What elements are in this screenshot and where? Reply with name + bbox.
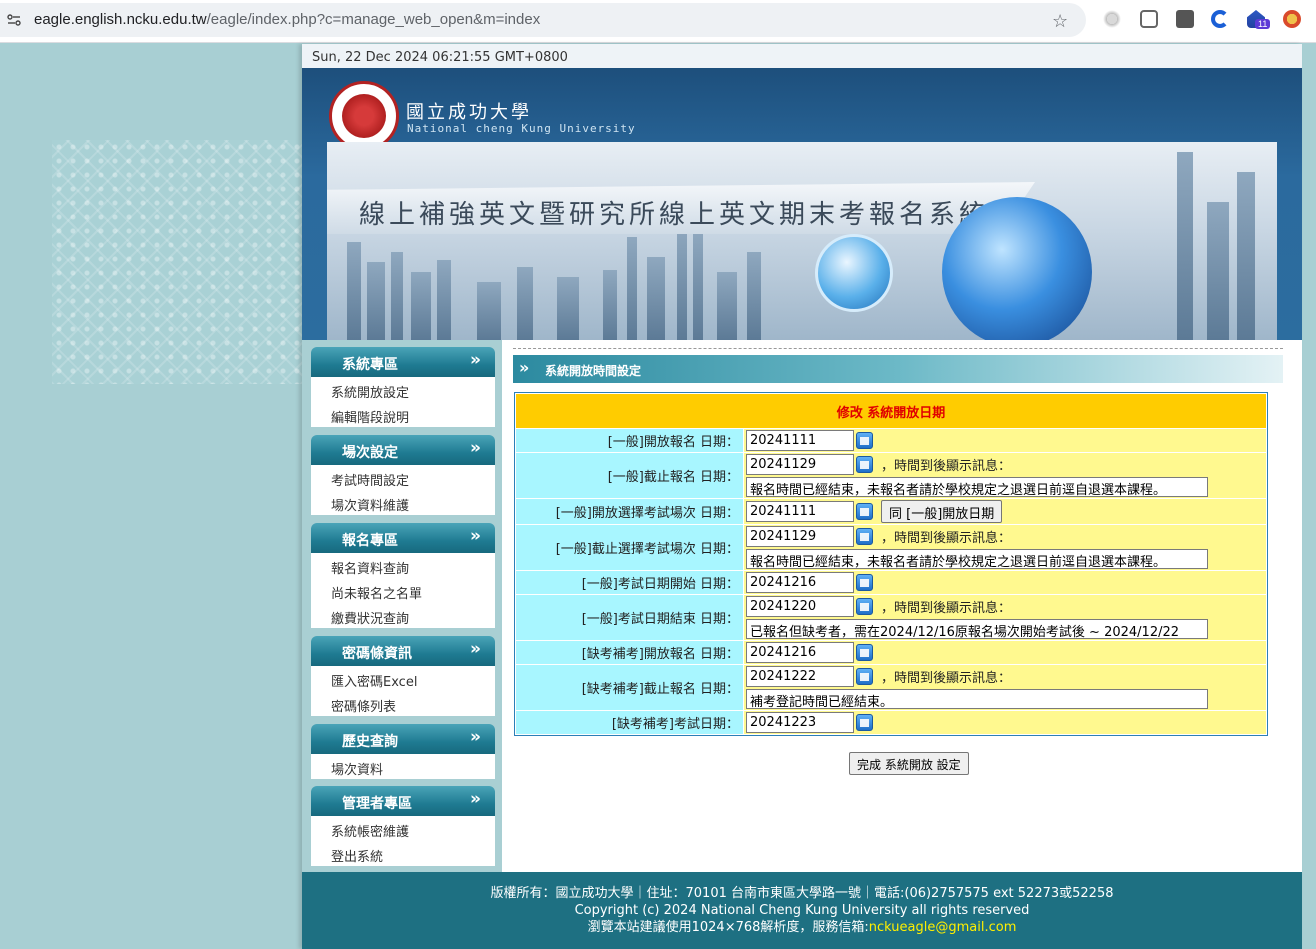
sidebar-section-registration[interactable]: 報名專區» xyxy=(311,523,495,553)
row-label: [一般]考試日期結束 日期： xyxy=(516,595,743,640)
date-input[interactable] xyxy=(746,430,854,451)
site-info-icon[interactable] xyxy=(6,12,22,28)
address-bar[interactable]: eagle.english.ncku.edu.tw/eagle/index.ph… xyxy=(0,3,1086,37)
footer-copyright: Copyright (c) 2024 National Cheng Kung U… xyxy=(574,903,1030,918)
sidebar: 系統專區» 系統開放設定 編輯階段說明 場次設定» 考試時間設定 場次資料維護 … xyxy=(302,340,502,872)
sidebar-item-logout[interactable]: 登出系統 xyxy=(311,841,495,866)
message-textarea[interactable]: 報名時間已經結束，未報名者請於學校規定之退選日前逕自退選本課程。 xyxy=(746,477,1208,497)
row-label: [一般]考試日期開始 日期： xyxy=(516,571,743,594)
date-input[interactable] xyxy=(746,712,854,733)
main-content: » 系統開放時間設定 修改 系統開放日期 [一般]開放報名 日期： [一般]截止… xyxy=(513,340,1302,872)
calendar-icon[interactable] xyxy=(856,574,873,591)
message-note-label: ，時間到後顯示訊息： xyxy=(881,459,1012,474)
double-chevron-icon: » xyxy=(470,350,481,370)
url-text: eagle.english.ncku.edu.tw/eagle/index.ph… xyxy=(34,11,541,28)
message-textarea[interactable]: 報名時間已經結束，未報名者請於學校規定之退選日前逕自退選本課程。 xyxy=(746,549,1208,569)
sidebar-item-password-list[interactable]: 密碼條列表 xyxy=(311,691,495,716)
sidebar-item-unregistered-list[interactable]: 尚未報名之名單 xyxy=(311,578,495,603)
sidebar-section-sessions[interactable]: 場次設定» xyxy=(311,435,495,465)
banner-image: 線上補強英文暨研究所線上英文期末考報名系統 xyxy=(327,142,1277,340)
sidebar-item-registration-query[interactable]: 報名資料查詢 xyxy=(311,553,495,578)
message-textarea[interactable]: 已報名但缺考者，需在2024/12/16原報名場次開始考試後 ~ 2024/12… xyxy=(746,619,1208,639)
calendar-icon[interactable] xyxy=(856,503,873,520)
section-header: » 系統開放時間設定 xyxy=(513,355,1283,383)
calendar-icon[interactable] xyxy=(856,432,873,449)
bookmark-star-icon[interactable]: ☆ xyxy=(1052,11,1068,32)
date-input[interactable] xyxy=(746,501,854,522)
sidebar-section-password-slips[interactable]: 密碼條資訊» xyxy=(311,636,495,666)
date-input[interactable] xyxy=(746,454,854,475)
date-input[interactable] xyxy=(746,572,854,593)
sidebar-section-system[interactable]: 系統專區» xyxy=(311,347,495,377)
speaker-icon xyxy=(815,234,893,312)
sidebar-item-edit-stage-desc[interactable]: 編輯階段說明 xyxy=(311,402,495,427)
sidebar-item-exam-time-settings[interactable]: 考試時間設定 xyxy=(311,465,495,490)
row-label: [一般]截止選擇考試場次 日期： xyxy=(516,525,743,570)
double-chevron-icon: » xyxy=(470,639,481,659)
row-label: [一般]截止報名 日期： xyxy=(516,453,743,498)
sidebar-item-session-maintenance[interactable]: 場次資料維護 xyxy=(311,490,495,515)
sidebar-item-import-excel[interactable]: 匯入密碼Excel xyxy=(311,666,495,691)
sidebar-item-system-open-settings[interactable]: 系統開放設定 xyxy=(311,377,495,402)
extension-badge: 11 xyxy=(1255,19,1271,29)
university-name-en: National cheng Kung University xyxy=(407,122,636,135)
profile-avatar-icon[interactable] xyxy=(1283,10,1301,28)
browser-toolbar: eagle.english.ncku.edu.tw/eagle/index.ph… xyxy=(0,0,1316,43)
site-footer: 版權所有：國立成功大學｜住址：70101 台南市東區大學路一號｜電話:(06)2… xyxy=(302,872,1302,949)
double-chevron-icon: » xyxy=(470,727,481,747)
footer-address: 版權所有：國立成功大學｜住址：70101 台南市東區大學路一號｜電話:(06)2… xyxy=(490,886,1114,901)
date-input[interactable] xyxy=(746,666,854,687)
sidebar-section-admin[interactable]: 管理者專區» xyxy=(311,786,495,816)
sidebar-item-session-data[interactable]: 場次資料 xyxy=(311,754,495,779)
form-caption: 修改 系統開放日期 xyxy=(516,394,1266,428)
banner-title: 線上補強英文暨研究所線上英文期末考報名系統 xyxy=(359,200,990,230)
message-note-label: ，時間到後顯示訊息： xyxy=(881,531,1012,546)
extension-image-icon[interactable] xyxy=(1140,10,1158,28)
background-pattern xyxy=(52,140,302,384)
calendar-icon[interactable] xyxy=(856,644,873,661)
extension-c-icon[interactable] xyxy=(1211,10,1229,28)
double-chevron-icon: » xyxy=(470,789,481,809)
calendar-icon[interactable] xyxy=(856,528,873,545)
extension-eye-icon[interactable] xyxy=(1103,10,1121,28)
row-label: [一般]開放選擇考試場次 日期： xyxy=(516,499,743,524)
sidebar-item-payment-status[interactable]: 繳費狀況查詢 xyxy=(311,603,495,628)
same-as-open-date-button[interactable]: 同 [一般]開放日期 xyxy=(881,500,1003,523)
date-input[interactable] xyxy=(746,526,854,547)
row-label: [一般]開放報名 日期： xyxy=(516,429,743,452)
footer-contact: 瀏覽本站建議使用1024×768解析度，服務信箱:nckueagle@gmail… xyxy=(587,920,1017,935)
row-label: [缺考補考]考試日期： xyxy=(516,711,743,734)
calendar-icon[interactable] xyxy=(856,668,873,685)
sidebar-section-history[interactable]: 歷史查詢» xyxy=(311,724,495,754)
settings-form-table: 修改 系統開放日期 [一般]開放報名 日期： [一般]截止報名 日期： ，時間到… xyxy=(514,392,1268,736)
double-chevron-icon: » xyxy=(470,526,481,546)
calendar-icon[interactable] xyxy=(856,456,873,473)
row-label: [缺考補考]截止報名 日期： xyxy=(516,665,743,710)
globe-icon xyxy=(942,197,1092,340)
message-note-label: ，時間到後顯示訊息： xyxy=(881,671,1012,686)
calendar-icon[interactable] xyxy=(856,598,873,615)
sidebar-item-account-maintenance[interactable]: 系統帳密維護 xyxy=(311,816,495,841)
double-chevron-icon: » xyxy=(519,358,530,377)
message-textarea[interactable]: 補考登記時間已經結束。 xyxy=(746,689,1208,709)
page-container: Sun, 22 Dec 2024 06:21:55 GMT+0800 國立成功大… xyxy=(302,44,1302,949)
submit-settings-button[interactable]: 完成 系統開放 設定 xyxy=(849,752,969,775)
footer-email-link[interactable]: nckueagle@gmail.com xyxy=(869,920,1017,935)
university-name: 國立成功大學 xyxy=(406,102,532,123)
date-input[interactable] xyxy=(746,642,854,663)
message-note-label: ，時間到後顯示訊息： xyxy=(881,601,1012,616)
double-chevron-icon: » xyxy=(470,438,481,458)
row-label: [缺考補考]開放報名 日期： xyxy=(516,641,743,664)
ncku-logo-icon xyxy=(329,81,399,151)
date-time-bar: Sun, 22 Dec 2024 06:21:55 GMT+0800 xyxy=(302,44,1302,68)
site-header: 國立成功大學 National cheng Kung University 線上… xyxy=(302,68,1302,340)
divider xyxy=(513,348,1283,349)
extension-puzzle-icon[interactable] xyxy=(1176,10,1194,28)
date-input[interactable] xyxy=(746,596,854,617)
calendar-icon[interactable] xyxy=(856,714,873,731)
